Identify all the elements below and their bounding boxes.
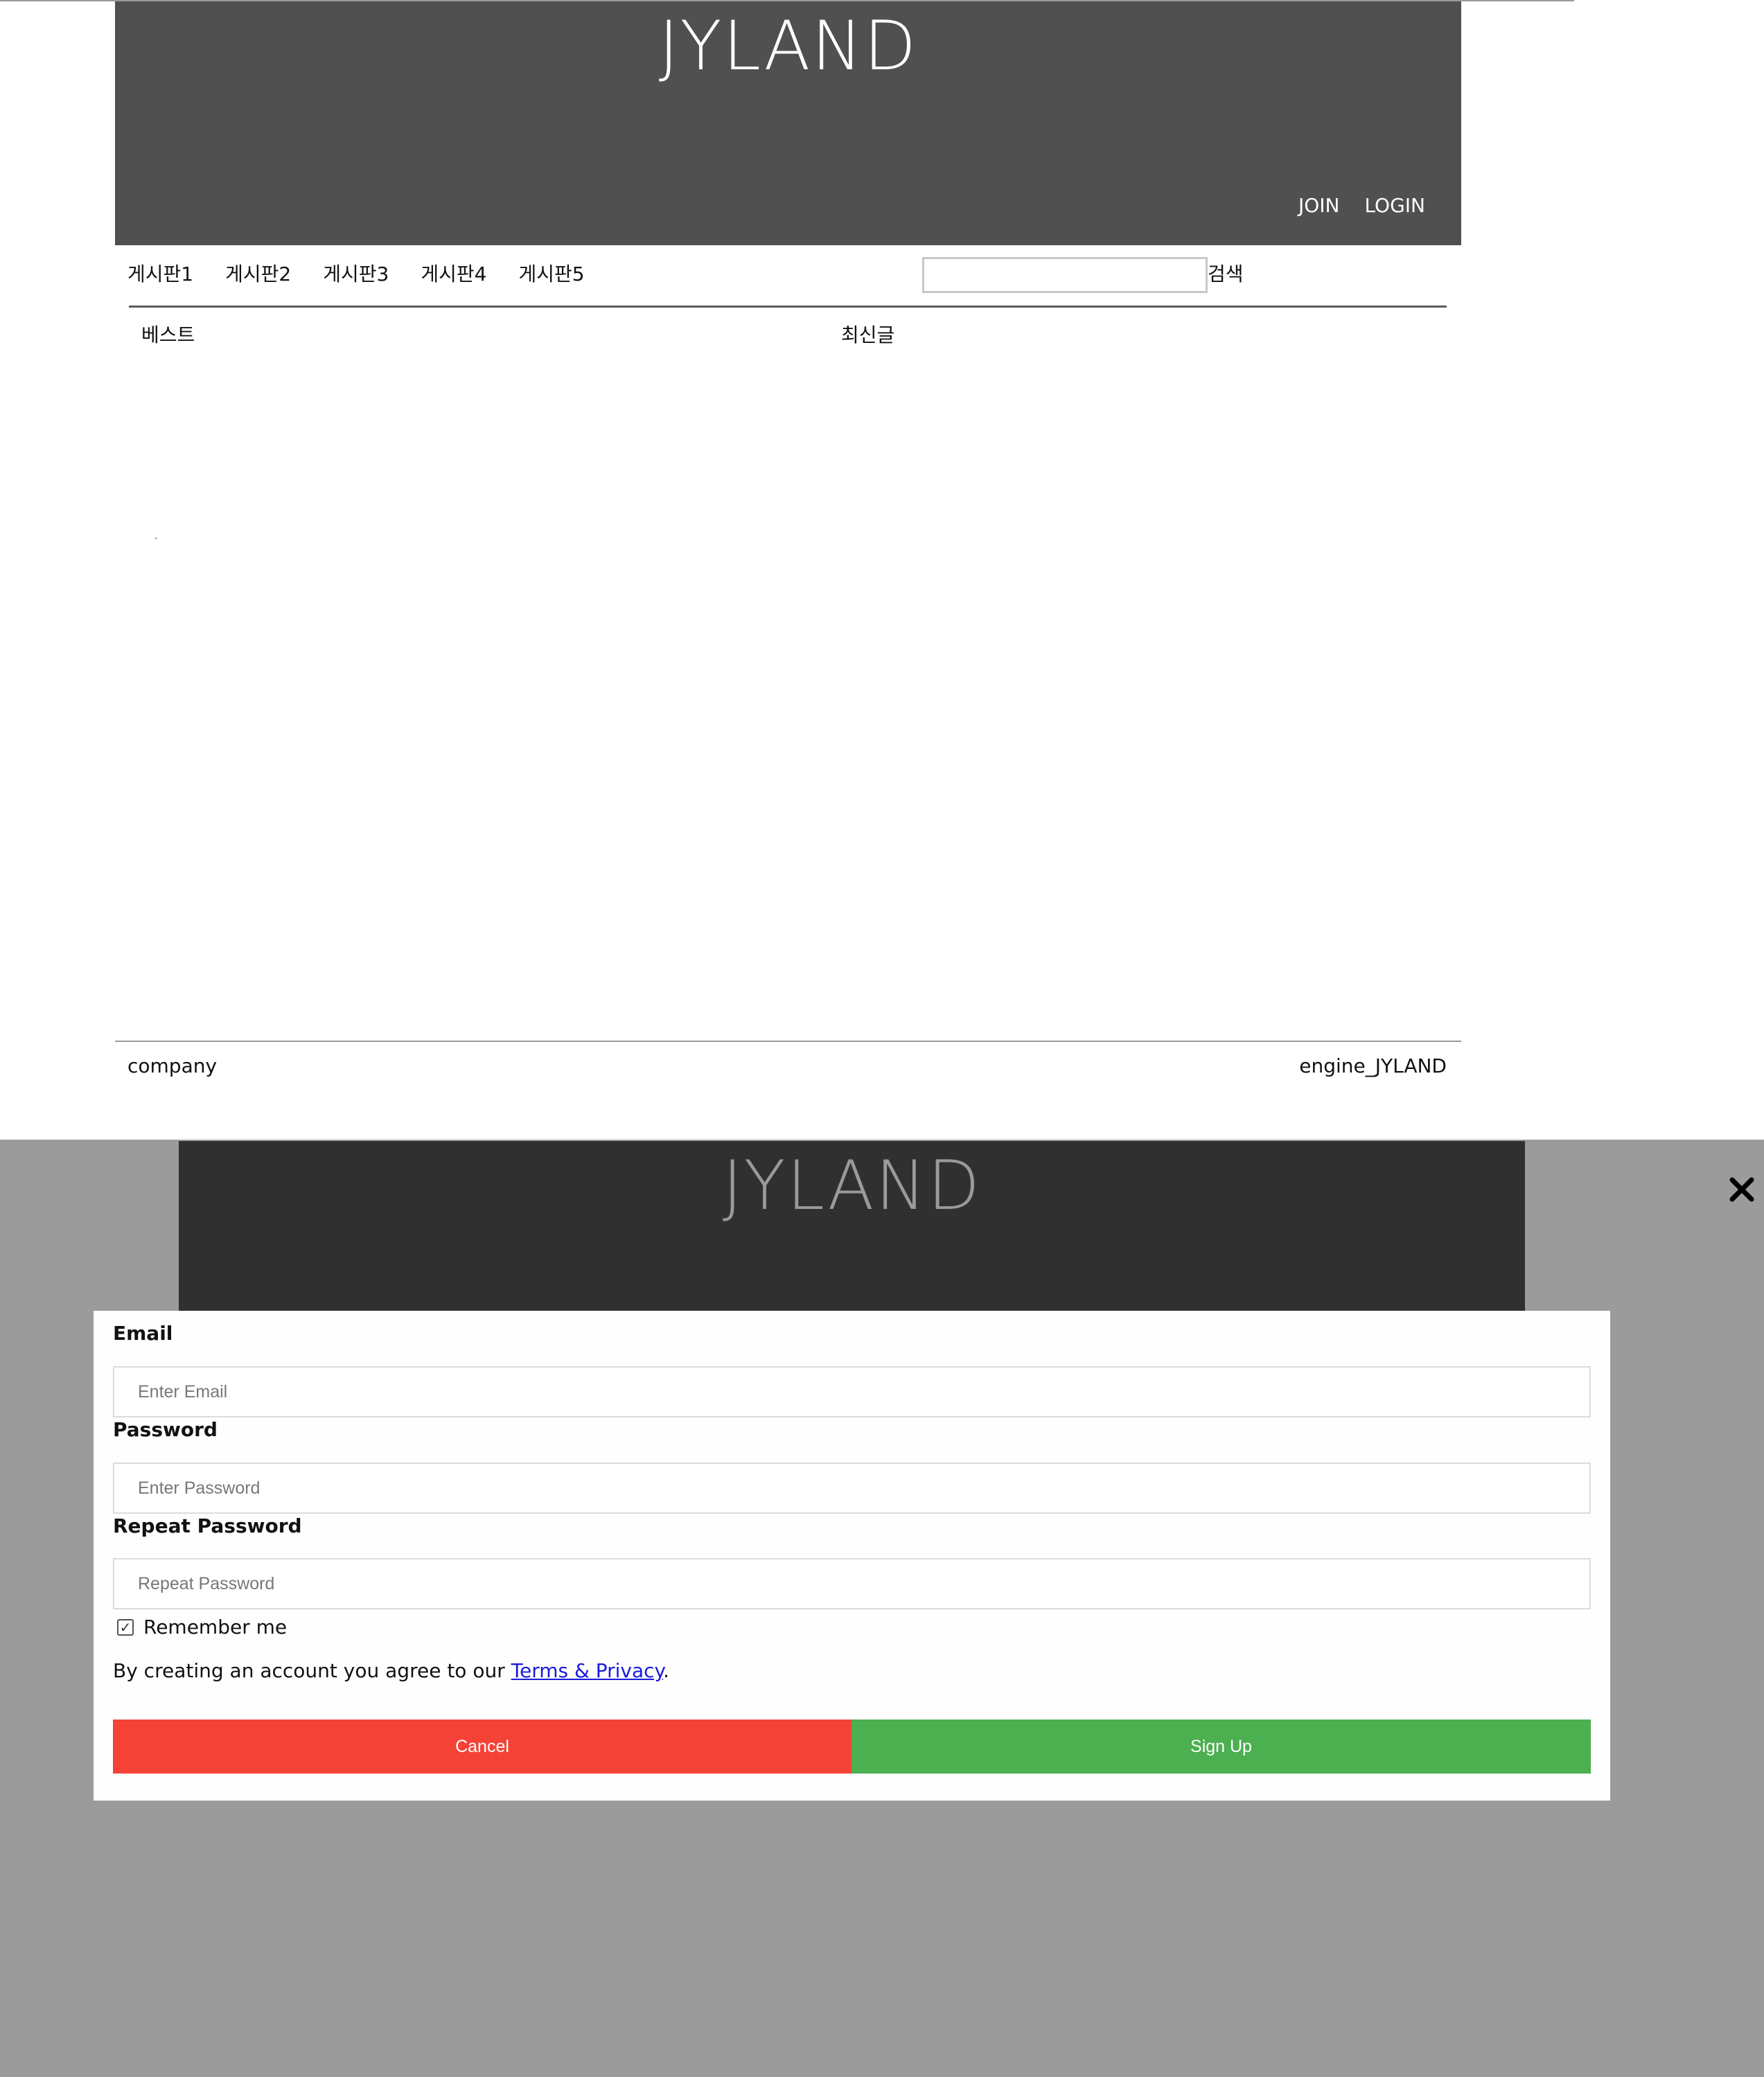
password-field[interactable] [113,1462,1591,1514]
nav-divider [129,306,1447,308]
remember-label: Remember me [143,1616,288,1638]
nav-item-board3[interactable]: 게시판3 [323,259,389,287]
nav-item-board5[interactable]: 게시판5 [518,259,584,287]
email-label: Email [113,1322,173,1345]
main-page: JYLAND JOIN LOGIN 게시판1 게시판2 게시판3 게시판4 게시… [0,0,1764,1140]
signup-modal: Email Password Repeat Password ✓ Remembe… [94,1311,1610,1801]
footer-divider [115,1041,1461,1042]
board-nav: 게시판1 게시판2 게시판3 게시판4 게시판5 [127,259,585,287]
remember-row: ✓ Remember me [117,1616,287,1638]
nav-item-board2[interactable]: 게시판2 [225,259,291,287]
join-link[interactable]: JOIN [1298,194,1340,217]
cancel-button[interactable]: Cancel [113,1720,852,1774]
terms-suffix: . [663,1659,670,1682]
stray-dot [155,538,157,539]
email-field[interactable] [113,1366,1591,1417]
password-label: Password [113,1418,218,1441]
close-icon[interactable] [1727,1174,1757,1205]
search-input[interactable] [922,257,1208,293]
login-link[interactable]: LOGIN [1364,194,1425,217]
nav-item-board1[interactable]: 게시판1 [127,259,193,287]
checkmark-icon: ✓ [119,1618,132,1636]
footer-engine: engine_JYLAND [1299,1054,1447,1077]
dimmed-site-logo: JYLAND [722,1147,982,1226]
dimmed-site-header: JYLAND [179,1141,1525,1314]
signup-button[interactable]: Sign Up [852,1720,1591,1774]
remember-checkbox[interactable]: ✓ [117,1618,134,1636]
recent-section-title: 최신글 [841,324,895,346]
repeat-password-label: Repeat Password [113,1514,302,1537]
signup-overlay: JYLAND Email Password Repeat Password ✓ … [0,1140,1764,2077]
header-links: JOIN LOGIN [1298,194,1425,217]
search-button[interactable]: 검색 [1208,259,1244,287]
best-section-title: 베스트 [141,324,195,346]
terms-text: By creating an account you agree to our … [113,1659,669,1682]
site-logo[interactable]: JYLAND [115,7,1461,86]
repeat-password-field[interactable] [113,1558,1591,1609]
terms-prefix: By creating an account you agree to our [113,1659,511,1682]
nav-item-board4[interactable]: 게시판4 [421,259,486,287]
terms-privacy-link[interactable]: Terms & Privacy [511,1659,663,1682]
footer-company: company [127,1054,218,1077]
site-header: JYLAND JOIN LOGIN [115,1,1461,245]
